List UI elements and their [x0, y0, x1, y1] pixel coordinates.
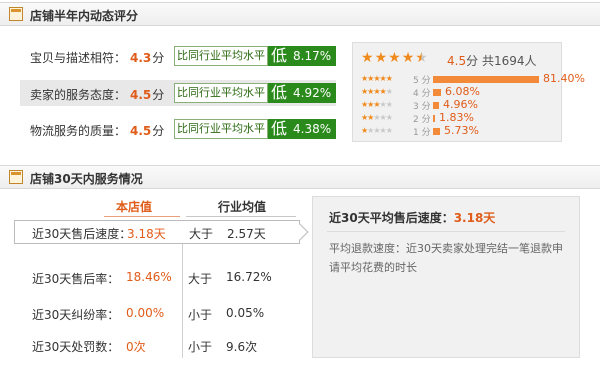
distribution-label: 4 分: [413, 89, 431, 99]
mini-stars-icon: ★★★★★: [361, 113, 393, 122]
average-score: 4.5分 共1694人: [447, 54, 537, 68]
compare-word: 大于: [189, 227, 214, 241]
star-icon: ★: [374, 50, 388, 66]
half-star-icon: ★: [415, 50, 428, 66]
compare-word: 小于: [188, 308, 213, 322]
rating-score: 4.5分: [130, 124, 165, 138]
compare-label: 比同行业平均水平: [174, 46, 268, 66]
section-title: 店铺30天内服务情况: [30, 172, 143, 186]
distribution-percent: 5.73%: [444, 124, 479, 137]
mini-stars-icon: ★★★★★: [361, 126, 393, 135]
section-title: 店铺半年内动态评分: [30, 9, 139, 23]
distribution-percent: 4.96%: [443, 98, 478, 111]
service-row-after-sale-speed[interactable]: 近30天售后速度： 3.18天 大于 2.57天: [14, 220, 300, 244]
distribution-percent: 1.83%: [439, 111, 474, 124]
rating-score: 4.3分: [130, 51, 165, 65]
rating-score: 4.5分: [130, 88, 165, 102]
compare-word: 小于: [188, 340, 213, 354]
star-icon: ★: [388, 50, 401, 66]
shop-value: 18.46%: [126, 270, 172, 284]
distribution-bar: [433, 102, 439, 109]
info-panel: 近30天平均售后速度：3.18天 平均退款速度：近30天卖家处理完结一笔退款申请…: [312, 196, 580, 358]
rating-label: 宝贝与描述相符：: [30, 51, 127, 65]
info-title: 近30天平均售后速度：3.18天: [329, 211, 496, 225]
distribution-label: 1 分: [413, 128, 431, 138]
rating-row-service[interactable]: 卖家的服务态度： 4.5分 比同行业平均水平 低 4.92%: [20, 80, 336, 106]
distribution-percent: 6.08%: [445, 85, 480, 98]
distribution-bar: [433, 76, 539, 83]
mini-stars-icon: ★★★★★: [361, 74, 393, 83]
mini-stars-icon: ★★★★★: [361, 100, 393, 109]
service-row-dispute-rate[interactable]: 近30天纠纷率： 0.00% 小于 0.05%: [22, 298, 302, 328]
distribution-label: 3 分: [413, 102, 431, 112]
compare-label: 比同行业平均水平: [174, 83, 268, 103]
row-label: 近30天售后率：: [32, 272, 120, 286]
distribution-bar: [433, 89, 441, 96]
service-row-penalties[interactable]: 近30天处罚数： 0次 小于 9.6次: [22, 330, 302, 360]
column-underline: [186, 216, 296, 217]
star-icon: ★: [361, 50, 374, 66]
calendar-icon: [9, 7, 23, 21]
distribution-bar: [433, 128, 440, 135]
service-row-after-sale-rate[interactable]: 近30天售后率： 18.46% 大于 16.72%: [22, 262, 302, 292]
calendar-icon: [9, 170, 23, 184]
info-description: 平均退款速度：近30天卖家处理完结一笔退款申请平均花费的时长: [329, 242, 563, 274]
row-label: 近30天售后速度：: [32, 227, 132, 241]
rating-row-description[interactable]: 宝贝与描述相符： 4.3分 比同行业平均水平 低 8.17%: [20, 43, 336, 69]
industry-value: 0.05%: [226, 306, 265, 320]
industry-value: 2.57天: [227, 227, 266, 241]
column-underline: [104, 216, 180, 217]
compare-word: 大于: [188, 272, 213, 286]
divider: [327, 231, 565, 232]
distribution-label: 2 分: [413, 115, 431, 125]
distribution-percent: 81.40%: [543, 72, 585, 85]
low-badge: 低 4.38%: [268, 119, 336, 139]
industry-value: 16.72%: [226, 270, 272, 284]
shop-value: 3.18天: [127, 227, 166, 241]
column-header-industry: 行业均值: [218, 200, 267, 214]
section-header-ratings: 店铺半年内动态评分: [0, 2, 600, 26]
star-icon: ★: [401, 50, 415, 66]
industry-value: 9.6次: [226, 340, 258, 354]
column-header-mine: 本店值: [116, 200, 153, 214]
distribution-row: ★★★★★ 1 分 5.73%: [361, 124, 561, 138]
rating-label: 物流服务的质量：: [30, 124, 127, 138]
rating-row-logistics[interactable]: 物流服务的质量： 4.5分 比同行业平均水平 低 4.38%: [20, 116, 336, 142]
distribution-bar: [433, 115, 435, 122]
compare-label: 比同行业平均水平: [174, 119, 268, 139]
low-badge: 低 4.92%: [268, 83, 336, 103]
rating-label: 卖家的服务态度：: [30, 88, 127, 102]
low-badge: 低 8.17%: [268, 46, 336, 66]
shop-value: 0.00%: [126, 306, 165, 320]
row-label: 近30天处罚数：: [32, 340, 120, 354]
shop-value: 0次: [126, 340, 146, 354]
rating-distribution-panel: ★★★★★ 4.5分 共1694人 ★★★★★ 5 分 81.40% ★★★★★ 4 分…: [352, 42, 585, 142]
distribution-label: 5 分: [413, 76, 431, 86]
section-header-service: 店铺30天内服务情况: [0, 165, 600, 189]
row-label: 近30天纠纷率：: [32, 308, 120, 322]
star-rating: ★★★★★: [361, 51, 429, 65]
mini-stars-icon: ★★★★★: [361, 87, 393, 96]
